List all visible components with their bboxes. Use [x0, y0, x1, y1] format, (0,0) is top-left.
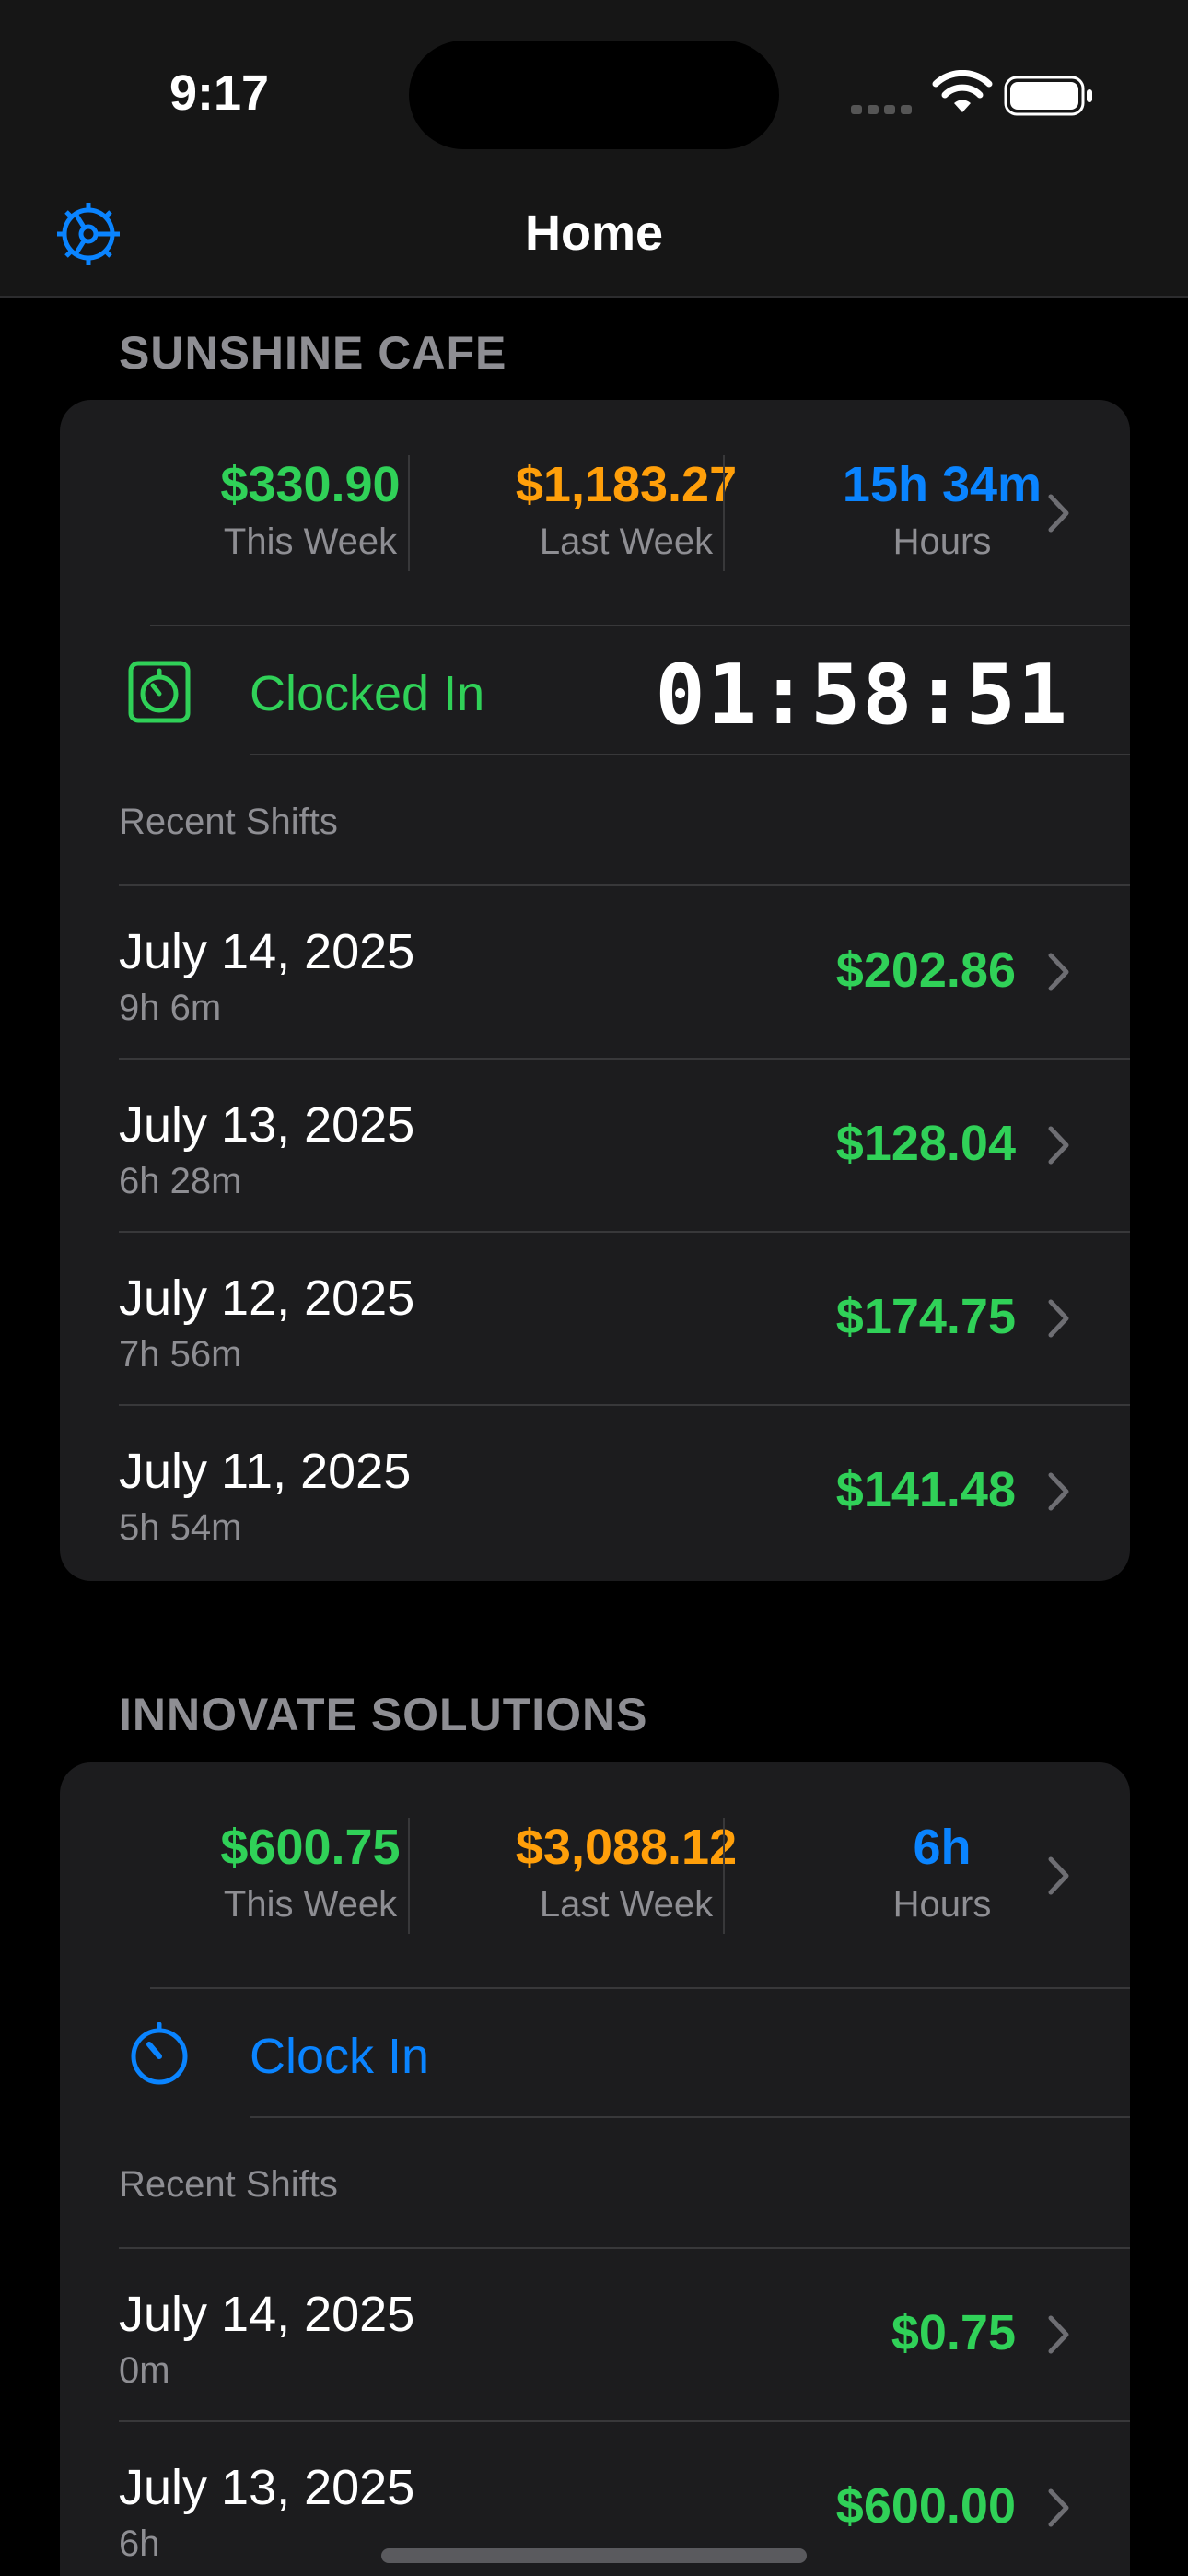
clock-in-row[interactable]: Clock In	[60, 1989, 1130, 2118]
wifi-icon	[932, 70, 993, 112]
job-section-title: SUNSHINE CAFE	[119, 327, 507, 379]
cellular-signal-icon	[851, 105, 912, 114]
this-week-stat: $330.90 This Week	[154, 455, 467, 563]
shift-amount: $174.75	[835, 1289, 1016, 1344]
shift-duration: 9h 6m	[119, 988, 222, 1028]
last-week-label: Last Week	[539, 1884, 714, 1925]
this-week-value: $330.90	[220, 457, 401, 512]
clocked-in-label: Clocked In	[250, 666, 485, 721]
shift-date: July 14, 2025	[119, 924, 415, 979]
chevron-right-icon	[1048, 2488, 1069, 2527]
last-week-value: $3,088.12	[515, 1820, 738, 1875]
chevron-right-icon	[1048, 1299, 1069, 1338]
page-title: Home	[524, 205, 664, 261]
shift-date: July 13, 2025	[119, 1097, 415, 1153]
navigation-bar: 9:17 Home	[0, 0, 1188, 298]
shift-duration: 7h 56m	[119, 1334, 242, 1375]
last-week-stat: $1,183.27 Last Week	[470, 455, 783, 563]
clock-in-button[interactable]: Clock In	[250, 2028, 429, 2085]
shift-date: July 14, 2025	[119, 2287, 415, 2342]
home-indicator[interactable]	[381, 2548, 807, 2563]
divider	[250, 754, 1130, 755]
timer-icon	[128, 661, 191, 723]
chevron-right-icon	[1048, 1472, 1069, 1511]
job-card-sunshine-cafe: $330.90 This Week $1,183.27 Last Week 15…	[60, 400, 1130, 1581]
shift-duration: 6h 28m	[119, 1161, 242, 1201]
shift-date: July 11, 2025	[119, 1444, 412, 1499]
shift-duration: 6h	[119, 2523, 160, 2564]
shift-amount: $202.86	[835, 943, 1016, 998]
recent-shifts-label: Recent Shifts	[119, 802, 338, 842]
last-week-label: Last Week	[539, 521, 714, 562]
shift-row[interactable]: July 12, 2025 7h 56m $174.75	[60, 1233, 1130, 1406]
shift-row[interactable]: July 13, 2025 6h 28m $128.04	[60, 1060, 1130, 1233]
shift-row[interactable]: July 11, 2025 5h 54m $141.48	[60, 1406, 1130, 1579]
shift-duration: 0m	[119, 2350, 170, 2391]
status-time: 9:17	[169, 65, 270, 121]
job-card-innovate-solutions: $600.75 This Week $3,088.12 Last Week 6h…	[60, 1762, 1130, 2576]
chevron-right-icon	[1048, 1126, 1069, 1165]
chevron-right-icon	[1048, 953, 1069, 991]
divider	[408, 455, 410, 571]
timer-icon	[131, 2022, 188, 2085]
divider	[250, 2116, 1130, 2118]
recent-shifts-label: Recent Shifts	[119, 2164, 338, 2205]
job-stats-row[interactable]: $600.75 This Week $3,088.12 Last Week 6h…	[60, 1762, 1130, 1989]
status-icons	[851, 70, 1092, 118]
last-week-stat: $3,088.12 Last Week	[470, 1818, 783, 1926]
chevron-right-icon	[1048, 1856, 1069, 1895]
shift-amount: $0.75	[891, 2305, 1016, 2360]
job-stats-row[interactable]: $330.90 This Week $1,183.27 Last Week 15…	[60, 400, 1130, 626]
shift-duration: 5h 54m	[119, 1507, 242, 1548]
shift-amount: $141.48	[835, 1462, 1016, 1517]
chevron-right-icon	[1048, 494, 1069, 533]
divider	[723, 455, 725, 571]
this-week-label: This Week	[223, 1884, 398, 1925]
shift-date: July 13, 2025	[119, 2460, 415, 2515]
dynamic-island	[409, 41, 779, 149]
battery-icon	[1004, 76, 1092, 116]
shift-amount: $600.00	[835, 2478, 1016, 2534]
divider	[723, 1818, 725, 1934]
chevron-right-icon	[1048, 2315, 1069, 2354]
this-week-value: $600.75	[220, 1820, 401, 1875]
shift-row[interactable]: July 14, 2025 0m $0.75	[60, 2249, 1130, 2422]
shift-amount: $128.04	[835, 1116, 1016, 1171]
shift-row[interactable]: July 14, 2025 9h 6m $202.86	[60, 886, 1130, 1060]
clock-status-row[interactable]: Clocked In 01:58:51	[60, 626, 1130, 755]
shift-date: July 12, 2025	[119, 1270, 415, 1326]
this-week-stat: $600.75 This Week	[154, 1818, 467, 1926]
divider	[408, 1818, 410, 1934]
this-week-label: This Week	[223, 521, 398, 562]
app-screen: 9:17 Home SUNSHINE CAFE $330.90 This Wee…	[0, 0, 1188, 2576]
shift-timer: 01:58:51	[655, 647, 1069, 744]
last-week-value: $1,183.27	[515, 457, 738, 512]
job-section-title: INNOVATE SOLUTIONS	[119, 1689, 648, 1740]
